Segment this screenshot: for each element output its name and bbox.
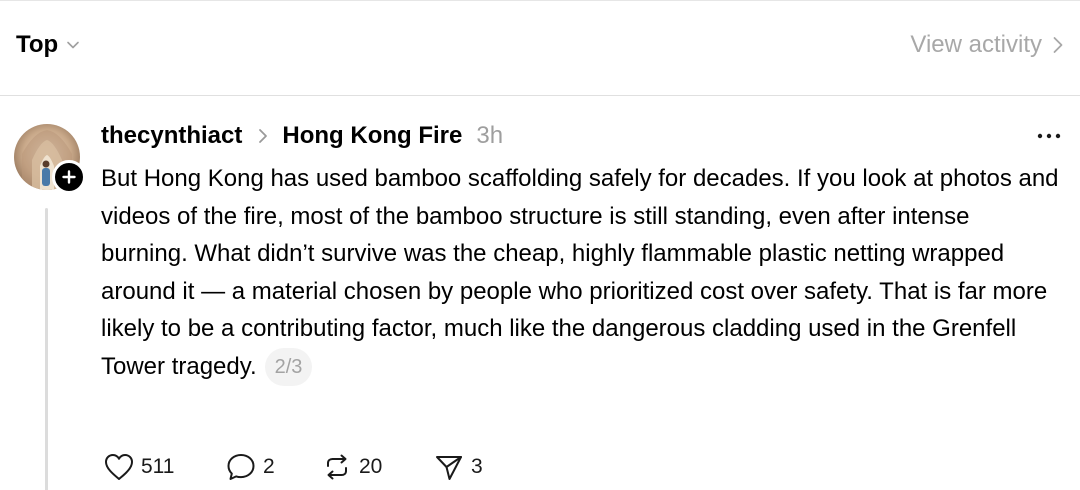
chevron-right-icon: [259, 129, 268, 143]
topic-link[interactable]: Hong Kong Fire: [282, 122, 462, 150]
chevron-down-icon: [67, 41, 80, 49]
chevron-right-icon: [1053, 37, 1063, 53]
reply-count: 2: [263, 455, 275, 478]
repost-button[interactable]: 20: [321, 452, 433, 482]
post-body: But Hong Kong has used bamboo scaffoldin…: [101, 160, 1061, 387]
post-text: But Hong Kong has used bamboo scaffoldin…: [101, 165, 1059, 380]
sort-dropdown[interactable]: Top: [16, 31, 80, 59]
plus-icon: [62, 170, 76, 184]
view-activity-label: View activity: [910, 31, 1042, 58]
share-button[interactable]: 3: [433, 452, 483, 482]
avatar-container: [14, 124, 86, 194]
like-button[interactable]: 511: [103, 452, 225, 482]
username-link[interactable]: thecynthiact: [101, 122, 242, 150]
sort-label: Top: [16, 31, 59, 58]
feed-sort-bar: Top View activity: [0, 1, 1080, 95]
repost-count: 20: [359, 455, 383, 478]
thread-line: [45, 208, 48, 490]
reply-button[interactable]: 2: [225, 452, 321, 482]
comment-icon: [227, 454, 255, 480]
like-count: 511: [141, 455, 175, 478]
heart-icon: [105, 454, 133, 480]
share-count: 3: [471, 455, 483, 478]
send-icon: [436, 456, 462, 480]
post: thecynthiact Hong Kong Fire 3h But Hong …: [0, 96, 1080, 490]
page-indicator: 2/3: [264, 348, 313, 387]
post-header: thecynthiact Hong Kong Fire 3h: [101, 120, 503, 152]
repost-icon: [327, 454, 347, 480]
post-timestamp: 3h: [476, 122, 504, 149]
view-activity-link[interactable]: View activity: [910, 31, 1064, 59]
follow-button[interactable]: [52, 160, 86, 194]
more-horizontal-icon[interactable]: [1036, 126, 1062, 146]
post-actions: 511 2 20 3: [103, 451, 483, 483]
